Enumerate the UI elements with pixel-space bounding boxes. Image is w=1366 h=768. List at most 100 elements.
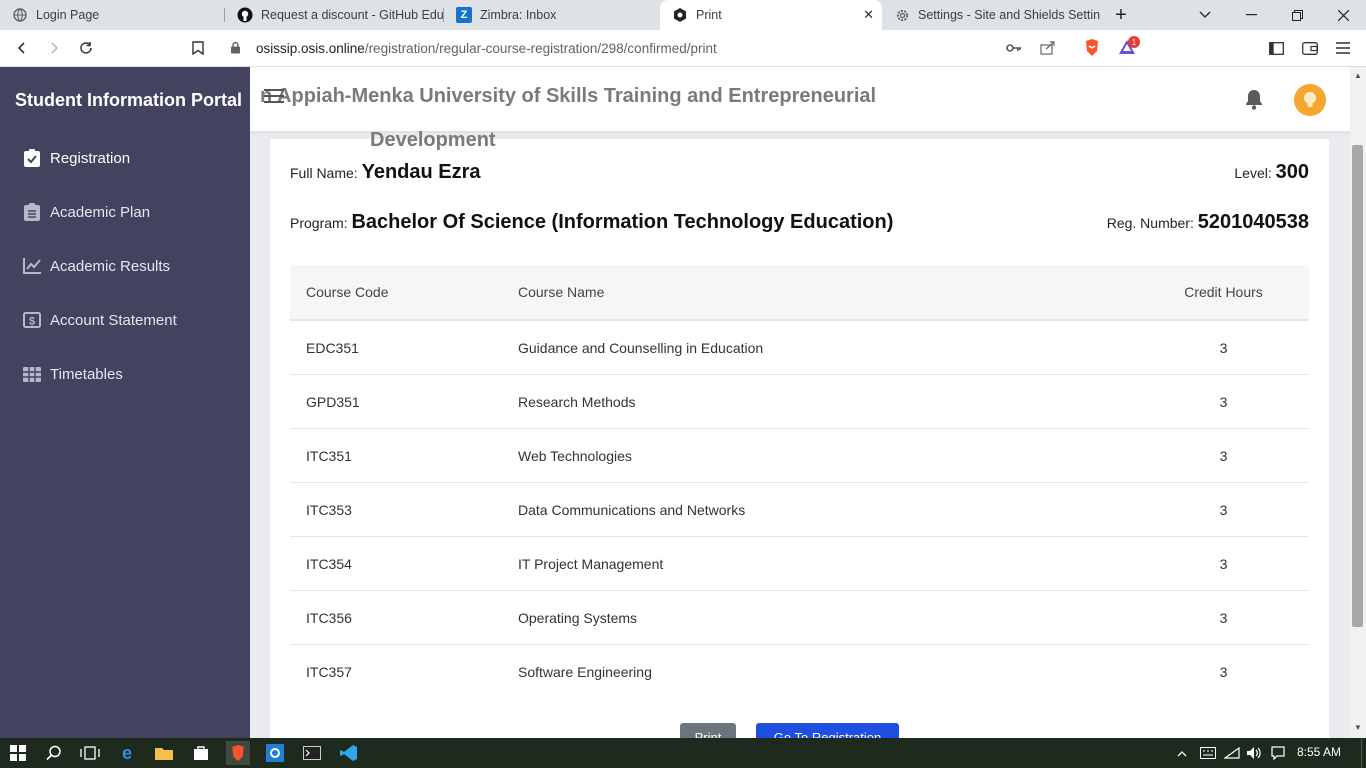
reload-button[interactable] (74, 36, 98, 60)
credit-hours-cell: 3 (1219, 339, 1228, 356)
course-name-cell: Guidance and Counselling in Education (518, 339, 764, 356)
minimize-button[interactable] (1228, 0, 1274, 30)
course-code-cell: ITC354 (306, 555, 352, 572)
zimbra-icon: Z (456, 7, 472, 23)
sidebar-item-label: Timetables (50, 365, 123, 383)
scroll-down-arrow-icon[interactable]: ▼ (1354, 723, 1362, 732)
university-title: n Appiah-Menka University of Skills Trai… (260, 85, 877, 107)
sidebar-item-account-statement[interactable]: $ Account Statement (23, 308, 177, 332)
credit-hours-cell: 3 (1219, 501, 1228, 518)
credit-hours-cell: 3 (1219, 609, 1228, 626)
browser-toolbar: osissip.osis.online/registration/regular… (0, 30, 1366, 67)
header-credit-hours: Credit Hours (1184, 284, 1263, 300)
table-row: GPD351 Research Methods 3 (290, 375, 1309, 429)
tab-zimbra[interactable]: Z Zimbra: Inbox (444, 0, 662, 30)
windows-taskbar: e 8:55 AM (0, 738, 1366, 768)
vscode-icon[interactable] (337, 741, 361, 765)
table-header-row: Course Code Course Name Credit Hours (290, 265, 1309, 321)
gear-icon (894, 7, 910, 23)
menu-icon[interactable] (1331, 36, 1355, 60)
wallet-icon[interactable] (1298, 36, 1322, 60)
volume-icon[interactable] (1242, 741, 1266, 765)
forward-button[interactable] (42, 36, 66, 60)
sidebar-item-registration[interactable]: Registration (23, 146, 130, 170)
restore-button[interactable] (1274, 0, 1320, 30)
tab-title: Zimbra: Inbox (480, 8, 557, 22)
sidebar-toggle-icon[interactable] (1264, 36, 1288, 60)
table-row: ITC353 Data Communications and Networks … (290, 483, 1309, 537)
sidebar-item-label: Registration (50, 149, 131, 167)
university-title-continued: Development (370, 129, 496, 151)
new-tab-button[interactable]: + (1098, 0, 1144, 30)
scroll-up-arrow-icon[interactable]: ▲ (1354, 71, 1362, 80)
full-name-value: Yendau Ezra (361, 161, 481, 183)
taskbar-clock[interactable]: 8:55 AM (1297, 745, 1341, 759)
credit-hours-cell: 3 (1219, 393, 1228, 410)
show-hidden-icons-chevron-icon[interactable] (1170, 741, 1194, 765)
close-tab-icon[interactable]: ✕ (863, 7, 874, 23)
user-avatar[interactable] (1294, 84, 1326, 116)
key-icon[interactable] (1006, 41, 1022, 59)
sidebar-item-timetables[interactable]: Timetables (23, 362, 123, 386)
dollar-bill-icon: $ (23, 311, 41, 329)
sidebar-item-label: Academic Results (50, 257, 171, 275)
table-row: ITC357 Software Engineering 3 (290, 645, 1309, 698)
tab-settings[interactable]: Settings - Site and Shields Setting (882, 0, 1100, 30)
brave-shields-icon[interactable] (1084, 38, 1100, 62)
brave-browser-icon[interactable] (226, 741, 250, 765)
header-course-name: Course Name (518, 284, 605, 300)
file-explorer-icon[interactable] (152, 741, 176, 765)
sidebar-item-academic-plan[interactable]: Academic Plan (23, 200, 150, 224)
show-desktop-button[interactable] (1361, 738, 1366, 768)
globe-icon (12, 7, 28, 23)
page-scrollbar[interactable]: ▲ ▼ (1350, 67, 1366, 738)
tab-search-chevron-icon[interactable] (1182, 0, 1228, 30)
lock-icon (230, 41, 241, 59)
settings-app-icon[interactable] (263, 741, 287, 765)
task-view-icon[interactable] (78, 741, 102, 765)
reg-number-field: Reg. Number: 5201040538 (1107, 211, 1309, 234)
notification-badge: 1 (1128, 36, 1140, 48)
table-row: ITC354 IT Project Management 3 (290, 537, 1309, 591)
bookmark-icon[interactable] (186, 36, 210, 60)
network-icon[interactable] (1220, 741, 1244, 765)
sidebar: Student Information Portal Registration … (0, 67, 250, 738)
program-value: Bachelor Of Science (Information Technol… (351, 211, 894, 233)
tab-login-page[interactable]: Login Page (0, 0, 224, 30)
portal-brand[interactable]: Student Information Portal (15, 90, 242, 111)
credit-hours-cell: 3 (1219, 555, 1228, 572)
scrollbar-thumb[interactable] (1352, 145, 1363, 627)
address-bar[interactable]: osissip.osis.online/registration/regular… (222, 34, 1144, 62)
program-field: Program: Bachelor Of Science (Informatio… (290, 211, 893, 234)
header-course-code: Course Code (306, 284, 389, 300)
input-language-icon[interactable] (1196, 741, 1220, 765)
windows-start-icon[interactable] (6, 741, 30, 765)
full-name-label: Full Name: (290, 165, 358, 181)
top-navbar: n Appiah-Menka University of Skills Trai… (250, 67, 1350, 131)
level-field: Level: 300 (1234, 161, 1309, 184)
edge-icon[interactable]: e (115, 741, 139, 765)
print-button[interactable]: Print (680, 723, 736, 738)
sidebar-item-academic-results[interactable]: Academic Results (23, 254, 170, 278)
share-icon[interactable] (1040, 40, 1056, 60)
hamburger-menu-icon[interactable] (264, 89, 284, 105)
tab-github[interactable]: Request a discount - GitHub Educa (225, 0, 443, 30)
course-name-cell: Data Communications and Networks (518, 501, 746, 518)
notification-center-icon[interactable] (1266, 741, 1290, 765)
tab-print[interactable]: Print ✕ (660, 0, 882, 30)
line-chart-icon (23, 257, 41, 275)
table-grid-icon (23, 365, 41, 383)
main-content: n Appiah-Menka University of Skills Trai… (250, 67, 1350, 738)
close-window-button[interactable] (1320, 0, 1366, 30)
search-icon[interactable] (42, 741, 66, 765)
tab-title: Request a discount - GitHub Educa (261, 8, 443, 22)
store-icon[interactable] (189, 741, 213, 765)
back-button[interactable] (10, 36, 34, 60)
sidebar-item-label: Account Statement (50, 311, 177, 329)
sidebar-item-label: Academic Plan (50, 203, 151, 221)
bell-icon[interactable] (1244, 89, 1264, 115)
terminal-icon[interactable] (300, 741, 324, 765)
lightbulb-icon (1304, 92, 1316, 107)
go-to-registration-button[interactable]: Go To Registration (756, 723, 899, 738)
course-code-cell: ITC356 (306, 609, 352, 626)
